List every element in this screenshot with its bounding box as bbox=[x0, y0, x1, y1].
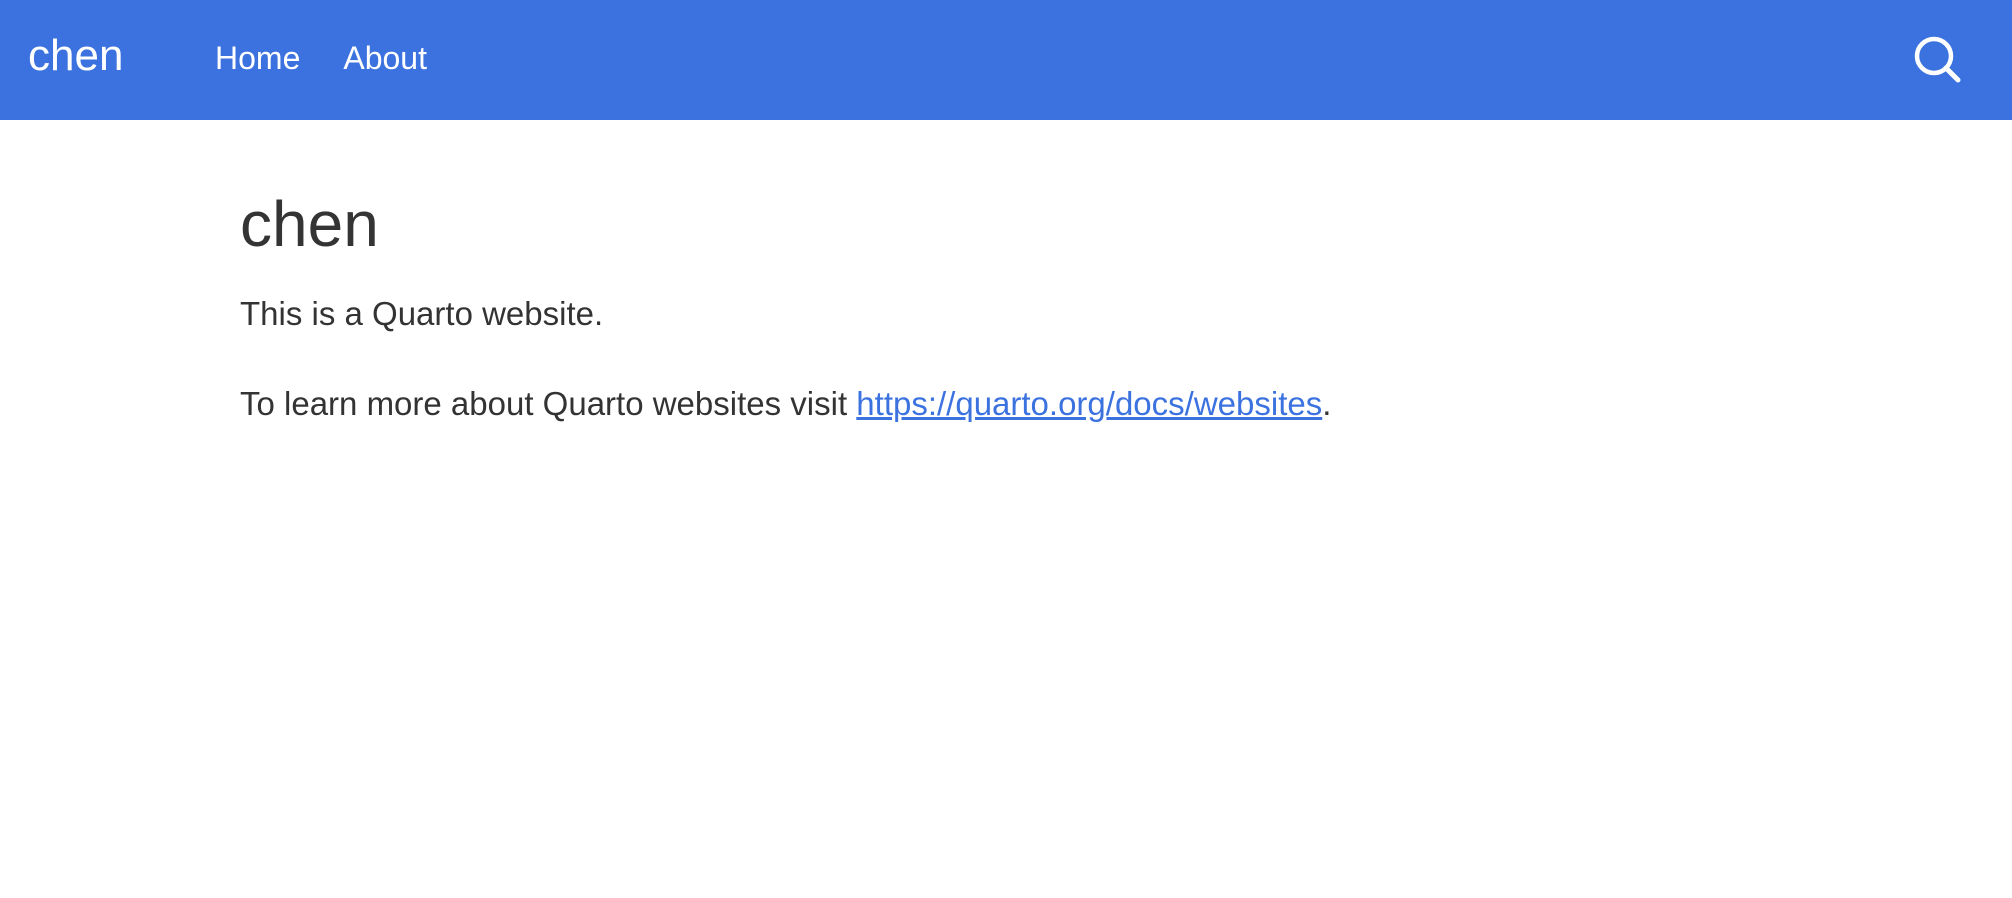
nav-links: Home About bbox=[215, 34, 427, 82]
search-icon bbox=[1914, 36, 1961, 83]
intro-paragraph: This is a Quarto website. bbox=[240, 295, 604, 332]
nav-link-home[interactable]: Home bbox=[215, 34, 300, 82]
site-brand[interactable]: chen bbox=[28, 26, 123, 86]
quarto-websites-link[interactable]: https://quarto.org/docs/websites bbox=[856, 385, 1322, 422]
page-title: chen bbox=[240, 188, 379, 260]
learn-more-paragraph: To learn more about Quarto websites visi… bbox=[240, 380, 1740, 428]
navbar: chen Home About bbox=[0, 0, 2012, 120]
learn-more-text: To learn more about Quarto websites visi… bbox=[240, 385, 857, 422]
main-content: chen This is a Quarto website. To learn … bbox=[240, 180, 1740, 428]
learn-more-period: . bbox=[1322, 385, 1332, 422]
search-button[interactable] bbox=[1912, 34, 1962, 84]
nav-link-about[interactable]: About bbox=[343, 34, 427, 82]
